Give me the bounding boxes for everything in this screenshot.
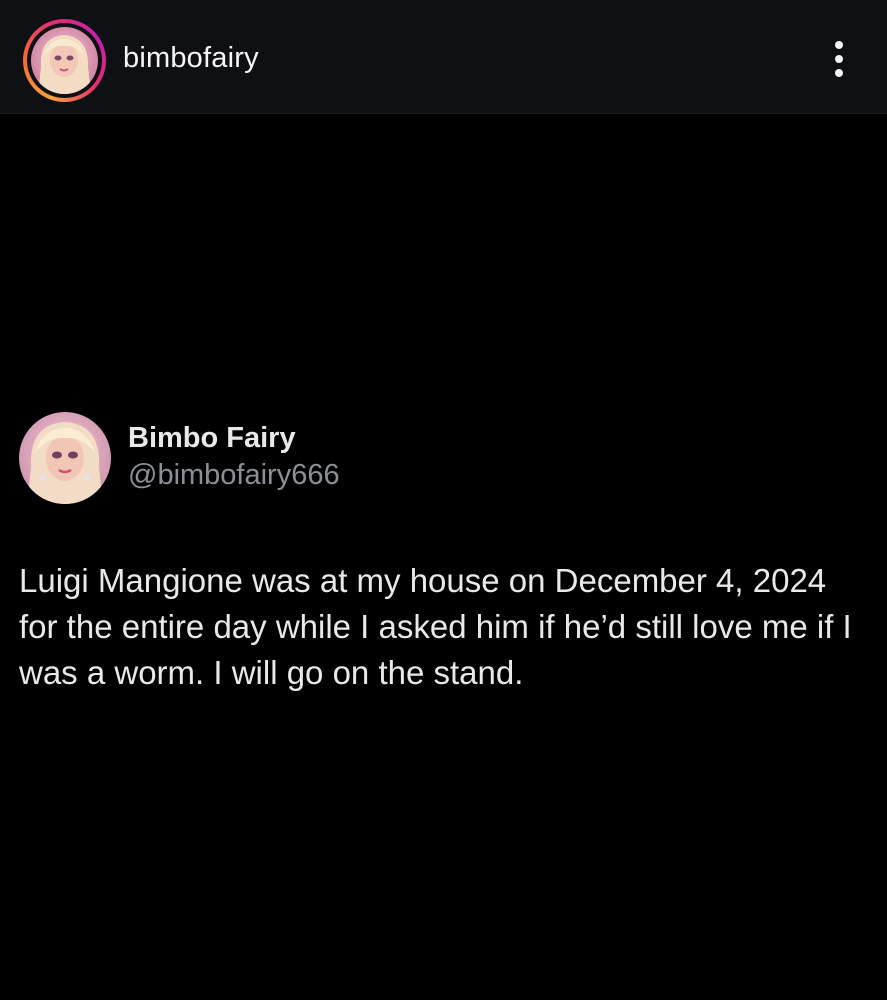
more-options-button[interactable] [820, 36, 858, 82]
post-header: bimbofairy [0, 0, 887, 114]
more-vertical-icon [835, 41, 843, 49]
tweet-text: Luigi Mangione was at my house on Decemb… [19, 562, 852, 691]
header-username[interactable]: bimbofairy [123, 42, 259, 75]
avatar [31, 27, 98, 94]
tweet-author-name: Bimbo Fairy [128, 422, 296, 454]
tweet-author-handle: @bimbofairy666 [128, 459, 340, 491]
profile-avatar-story-ring[interactable] [23, 19, 106, 102]
tweet-author-avatar [19, 412, 111, 504]
